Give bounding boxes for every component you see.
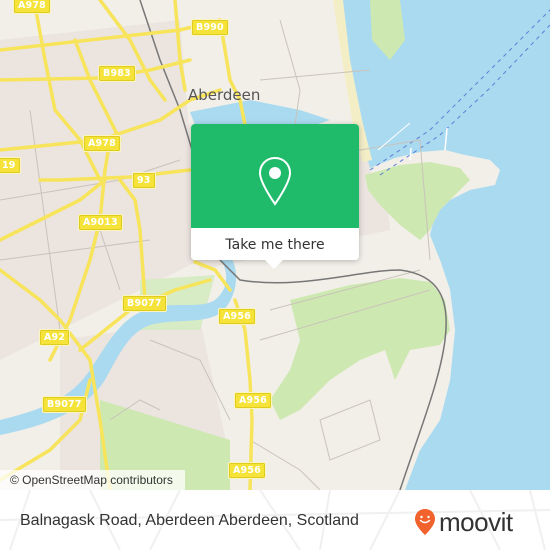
footer: Balnagask Road, Aberdeen Aberdeen, Scotl… [0,490,550,550]
pier [409,147,412,161]
road-label: A978 [13,0,51,14]
sea [340,0,550,490]
take-me-there-button[interactable]: Take me there [191,228,359,260]
moovit-pin-smile-icon [415,509,435,535]
road-label: 19 [0,157,21,174]
road-label: 93 [132,172,156,189]
road-label: B9077 [122,295,167,312]
road-label: A956 [228,462,266,479]
road-label: A978 [83,135,121,152]
location-popup[interactable]: Take me there [191,124,359,269]
address-text: Balnagask Road, Aberdeen Aberdeen, Scotl… [20,512,359,529]
moovit-wordmark: moovit [439,507,513,537]
popup-header[interactable] [191,124,359,228]
road-label: A956 [234,392,272,409]
road-label: B983 [98,65,136,82]
map-widget: Aberdeen A978 B990 B983 A978 19 93 A9013… [0,0,550,550]
road-label: B9077 [42,396,87,413]
road-label: A956 [218,308,256,325]
map-pin-icon [258,156,292,206]
road-label: A92 [38,329,71,346]
moovit-logo[interactable]: moovit [414,507,513,537]
map-canvas[interactable]: Aberdeen A978 B990 B983 A978 19 93 A9013… [0,0,550,490]
road-label: A9013 [78,214,123,231]
place-label-aberdeen: Aberdeen [188,86,261,104]
popup-pointer [265,260,283,269]
road-label: B990 [191,19,229,36]
map-attribution[interactable]: © OpenStreetMap contributors [0,470,185,490]
